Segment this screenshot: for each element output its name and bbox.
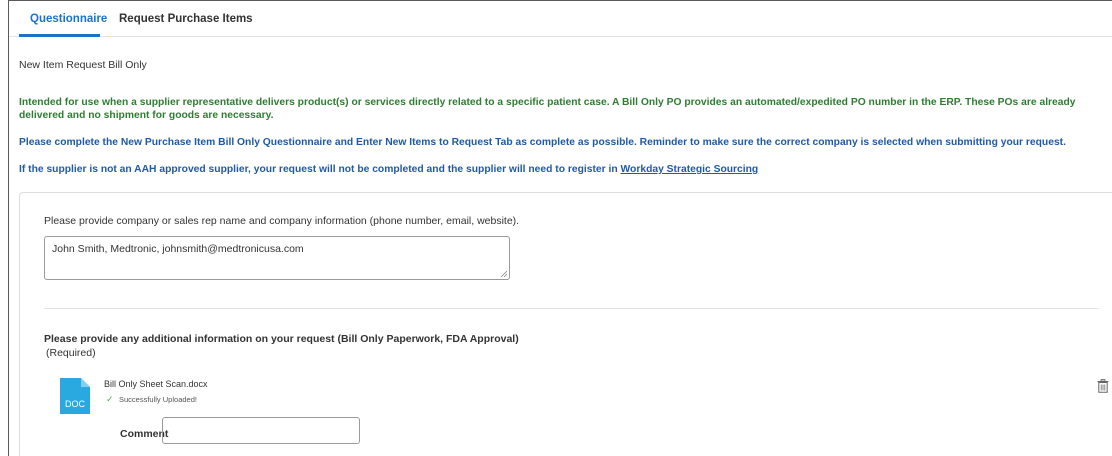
tab-request-purchase-items[interactable]: Request Purchase Items <box>119 13 253 25</box>
notice-supplier: If the supplier is not an AAH approved s… <box>19 163 1109 176</box>
page-subtitle: New Item Request Bill Only <box>19 59 147 71</box>
notice-supplier-text: If the supplier is not an AAH approved s… <box>19 164 621 175</box>
resize-grip-icon[interactable] <box>500 270 507 277</box>
notice-intended-use: Intended for use when a supplier represe… <box>19 97 1076 121</box>
required-indicator: (Required) <box>46 347 96 359</box>
section-divider <box>44 308 1099 309</box>
doc-file-icon: DOC <box>60 378 90 414</box>
active-tab-indicator <box>19 34 100 37</box>
upload-status: Successfully Uploaded! <box>119 395 197 404</box>
notice-complete-questionnaire: Please complete the New Purchase Item Bi… <box>19 137 1066 148</box>
questionnaire-panel: Please provide company or sales rep name… <box>19 192 1112 456</box>
question-1-label: Please provide company or sales rep name… <box>44 215 520 227</box>
company-info-textarea[interactable]: John Smith, Medtronic, johnsmith@medtron… <box>44 236 510 280</box>
question-2-label: Please provide any additional informatio… <box>44 333 519 345</box>
check-icon: ✓ <box>106 394 114 404</box>
attachment-file-name[interactable]: Bill Only Sheet Scan.docx <box>104 379 208 389</box>
tab-questionnaire[interactable]: Questionnaire <box>30 13 107 25</box>
trash-icon[interactable] <box>1097 379 1109 393</box>
tab-bar: Questionnaire Request Purchase Items <box>9 1 1112 37</box>
company-info-value: John Smith, Medtronic, johnsmith@medtron… <box>52 243 304 255</box>
comment-input[interactable] <box>162 417 360 444</box>
workday-strategic-sourcing-link[interactable]: Workday Strategic Sourcing <box>621 164 759 175</box>
app-frame: Questionnaire Request Purchase Items New… <box>8 0 1112 456</box>
file-type-label: DOC <box>65 399 85 409</box>
